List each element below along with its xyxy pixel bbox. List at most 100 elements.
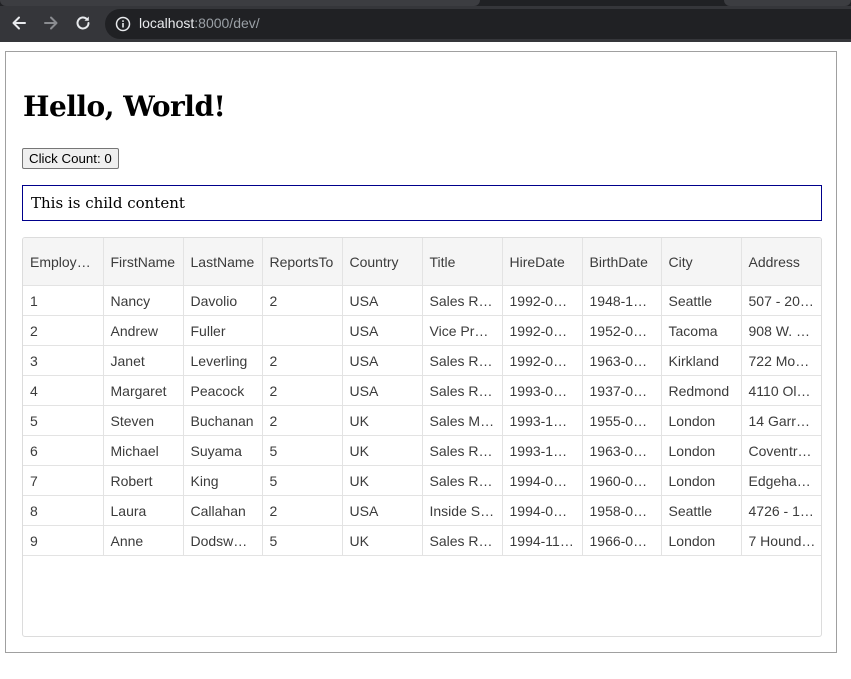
column-header-city[interactable]: City <box>661 238 742 286</box>
table-cell-hiredate: 1992-04-… <box>502 345 583 376</box>
table-cell-city: London <box>661 435 742 466</box>
table-cell-employeeid: 5 <box>23 405 104 436</box>
table-cell-city: Seattle <box>661 285 742 316</box>
grid-header-row: EmployeeID FirstName LastName ReportsTo Coun… <box>23 238 821 286</box>
browser-toolbar: localhost:8000/dev/ <box>0 0 851 42</box>
table-row[interactable]: 3 Janet Leverling 2 USA Sales R… 1992-04-… 1963… <box>23 345 821 376</box>
table-cell-employeeid: 2 <box>23 315 104 346</box>
employee-table: EmployeeID FirstName LastName ReportsTo Coun… <box>23 238 821 556</box>
table-cell-employeeid: 8 <box>23 495 104 526</box>
table-cell-title: Sales R… <box>422 375 503 406</box>
table-cell-city: London <box>661 465 742 496</box>
table-cell-lastname: Suyama <box>183 435 263 466</box>
reload-button[interactable] <box>73 13 93 33</box>
table-cell-country: UK <box>342 435 423 466</box>
table-cell-lastname: Davolio <box>183 285 263 316</box>
back-arrow-icon <box>12 16 26 30</box>
table-cell-title: Vice Pre… <box>422 315 503 346</box>
tab-strip <box>0 0 851 6</box>
page-heading: Hello, World! <box>23 90 226 123</box>
employee-grid: EmployeeID FirstName LastName ReportsTo Coun… <box>22 237 822 637</box>
column-header-firstname[interactable]: FirstName <box>103 238 184 286</box>
column-header-title[interactable]: Title <box>422 238 503 286</box>
table-cell-hiredate: 1994-03-… <box>502 495 583 526</box>
table-cell-lastname: Callahan <box>183 495 263 526</box>
table-cell-country: USA <box>342 315 423 346</box>
table-cell-birthdate: 1937-09-… <box>582 375 662 406</box>
table-cell-birthdate: 1963-08-… <box>582 345 662 376</box>
table-cell-city: Seattle <box>661 495 742 526</box>
table-cell-lastname: Buchanan <box>183 405 263 436</box>
table-cell-employeeid: 6 <box>23 435 104 466</box>
table-cell-employeeid: 9 <box>23 525 104 556</box>
table-cell-address: Coventry… <box>741 435 821 466</box>
table-row[interactable]: 6 Michael Suyama 5 UK Sales R… 1993-10-… 1963-0… <box>23 435 821 466</box>
table-cell-lastname: Dodsworth <box>183 525 263 556</box>
table-cell-title: Sales M… <box>422 405 503 436</box>
table-row[interactable]: 2 Andrew Fuller USA Vice Pre… 1992-08-… 1952-0… <box>23 315 821 346</box>
table-cell-country: UK <box>342 465 423 496</box>
info-icon[interactable] <box>115 16 131 32</box>
table-cell-title: Sales R… <box>422 345 503 376</box>
click-count-button[interactable]: Click Count: 0 <box>22 148 119 169</box>
table-cell-title: Sales R… <box>422 525 503 556</box>
table-cell-firstname: Nancy <box>103 285 184 316</box>
url-host: localhost <box>139 15 195 31</box>
column-header-reportsto[interactable]: ReportsTo <box>262 238 343 286</box>
table-row[interactable]: 5 Steven Buchanan 2 UK Sales M… 1993-10-… 1955-… <box>23 405 821 436</box>
table-cell-address: 908 W. … <box>741 315 821 346</box>
table-cell-country: USA <box>342 375 423 406</box>
table-cell-hiredate: 1994-01-… <box>502 465 583 496</box>
table-cell-firstname: Anne <box>103 525 184 556</box>
browser-tab[interactable] <box>0 0 480 6</box>
table-cell-firstname: Laura <box>103 495 184 526</box>
url-path: :8000/dev/ <box>194 15 260 31</box>
table-cell-firstname: Steven <box>103 405 184 436</box>
table-cell-firstname: Michael <box>103 435 184 466</box>
table-cell-reportsto: 5 <box>262 435 343 466</box>
column-header-employeeid[interactable]: EmployeeID <box>23 238 104 286</box>
forward-button[interactable] <box>41 13 61 33</box>
table-row[interactable]: 4 Margaret Peacock 2 USA Sales R… 1993-05-… 193… <box>23 375 821 406</box>
table-cell-firstname: Andrew <box>103 315 184 346</box>
table-cell-city: London <box>661 405 742 436</box>
table-cell-country: USA <box>342 495 423 526</box>
table-cell-address: Edgeha… <box>741 465 821 496</box>
column-header-address[interactable]: Address <box>741 238 821 286</box>
column-header-hiredate[interactable]: HireDate <box>502 238 583 286</box>
table-cell-firstname: Robert <box>103 465 184 496</box>
table-cell-address: 14 Garre… <box>741 405 821 436</box>
table-row[interactable]: 8 Laura Callahan 2 USA Inside S… 1994-03-… 1958… <box>23 495 821 526</box>
table-row[interactable]: 1 Nancy Davolio 2 USA Sales R… 1992-05-… 1948-1… <box>23 285 821 316</box>
table-cell-address: 4110 Old… <box>741 375 821 406</box>
back-button[interactable] <box>9 13 29 33</box>
table-cell-reportsto: 2 <box>262 285 343 316</box>
table-cell-city: London <box>661 525 742 556</box>
table-cell-birthdate: 1960-05-… <box>582 465 662 496</box>
reload-icon <box>76 16 90 30</box>
table-cell-reportsto: 5 <box>262 525 343 556</box>
table-cell-birthdate: 1955-03-… <box>582 405 662 436</box>
grid-body: 1 Nancy Davolio 2 USA Sales R… 1992-05-… 1948-1… <box>23 285 821 556</box>
table-cell-hiredate: 1992-05-… <box>502 285 583 316</box>
table-cell-birthdate: 1948-12-… <box>582 285 662 316</box>
table-row[interactable]: 9 Anne Dodsworth 5 UK Sales R… 1994-11-… 1966-0… <box>23 525 821 556</box>
table-cell-birthdate: 1966-01-… <box>582 525 662 556</box>
column-header-country[interactable]: Country <box>342 238 423 286</box>
table-cell-birthdate: 1952-02-… <box>582 315 662 346</box>
table-cell-lastname: Peacock <box>183 375 263 406</box>
table-cell-country: UK <box>342 525 423 556</box>
table-cell-title: Sales R… <box>422 435 503 466</box>
address-bar[interactable]: localhost:8000/dev/ <box>105 9 851 39</box>
table-cell-employeeid: 3 <box>23 345 104 376</box>
table-cell-lastname: King <box>183 465 263 496</box>
table-cell-title: Inside S… <box>422 495 503 526</box>
table-cell-reportsto <box>262 315 343 346</box>
child-content-box: This is child content <box>22 185 822 221</box>
browser-tab[interactable] <box>724 0 851 6</box>
table-cell-city: Tacoma <box>661 315 742 346</box>
column-header-birthdate[interactable]: BirthDate <box>582 238 662 286</box>
table-row[interactable]: 7 Robert King 5 UK Sales R… 1994-01-… 1960-05-…… <box>23 465 821 496</box>
column-header-lastname[interactable]: LastName <box>183 238 263 286</box>
table-cell-hiredate: 1992-08-… <box>502 315 583 346</box>
